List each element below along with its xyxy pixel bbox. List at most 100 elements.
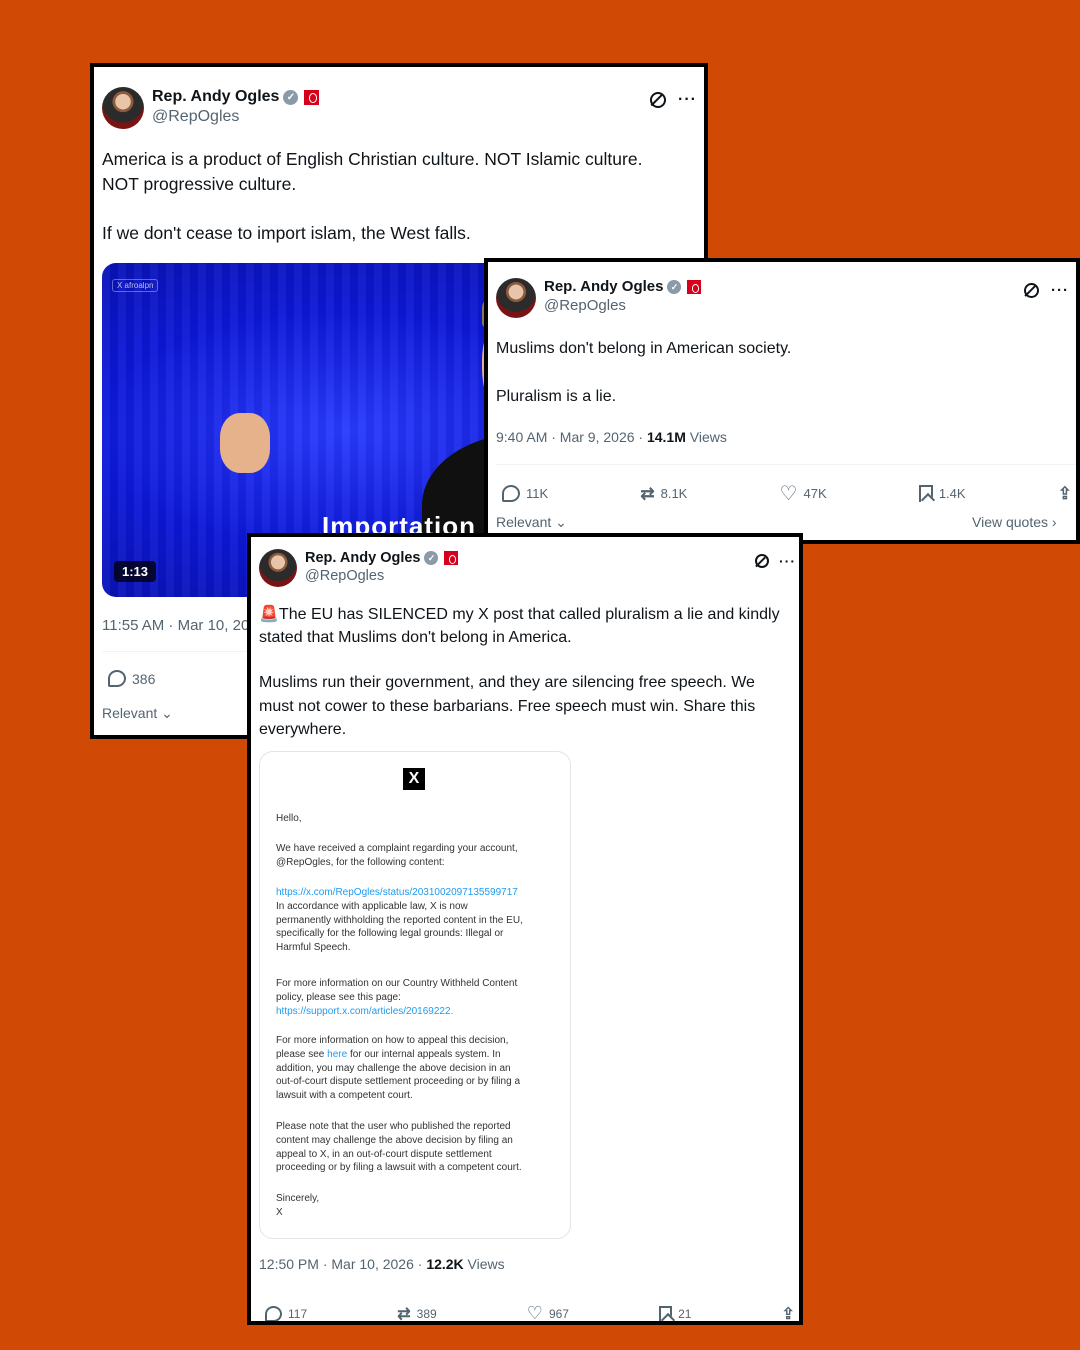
bookmark-button[interactable]: 1.4K: [918, 485, 966, 502]
tweet-actions: 386: [108, 670, 155, 687]
reply-button[interactable]: 386: [108, 670, 155, 687]
email-greeting: Hello,: [276, 813, 302, 824]
email-line: please see here for our internal appeals…: [276, 1048, 556, 1062]
flag-badge-icon: [444, 551, 459, 566]
tweet-card-2[interactable]: Rep. Andy Ogles ✓ @RepOgles ··· Muslims …: [484, 258, 1080, 544]
tweet-header: Rep. Andy Ogles ✓ @RepOgles: [259, 549, 459, 587]
email-line: Harmful Speech.: [276, 942, 351, 954]
author-handle[interactable]: @RepOgles: [305, 567, 458, 585]
email-line: @RepOgles, for the following content:: [276, 856, 445, 868]
email-line: For more information on how to appeal th…: [276, 1035, 509, 1046]
email-text: for our internal appeals system. In: [347, 1048, 501, 1060]
flag-badge-icon: [687, 280, 702, 295]
repost-count: 389: [416, 1306, 437, 1321]
like-icon: ♡: [526, 1303, 543, 1323]
avatar[interactable]: [102, 87, 144, 129]
email-screenshot[interactable]: X Hello, We have received a complaint re…: [259, 751, 571, 1239]
author-name[interactable]: Rep. Andy Ogles: [152, 87, 279, 107]
tweet-card-3[interactable]: Rep. Andy Ogles ✓ @RepOgles ··· 🚨The EU …: [247, 533, 803, 1325]
share-button[interactable]: ⇪: [782, 1304, 795, 1322]
email-line: permanently withholding the reported con…: [276, 914, 523, 926]
timestamp-text: 9:40 AM · Mar 9, 2026 ·: [496, 429, 647, 445]
avatar[interactable]: [496, 278, 536, 318]
relevant-label: Relevant: [102, 705, 158, 721]
timestamp-text: 12:50 PM · Mar 10, 2026 ·: [259, 1256, 427, 1272]
email-paragraph: For more information on our Country With…: [276, 977, 556, 1018]
reply-icon: [108, 670, 126, 687]
tweet-header: Rep. Andy Ogles ✓ @RepOgles: [496, 278, 702, 318]
repost-button[interactable]: ⇄ 389: [397, 1304, 437, 1322]
tweet-text-line: 🚨The EU has SILENCED my X post that call…: [259, 606, 780, 623]
relevant-sort[interactable]: Relevant ⌄: [102, 705, 173, 722]
like-button[interactable]: ♡ 47K: [780, 481, 827, 506]
author-name[interactable]: Rep. Andy Ogles: [544, 278, 663, 297]
x-logo-icon: X: [403, 768, 425, 790]
reply-button[interactable]: 11K: [502, 485, 548, 502]
email-line: lawsuit with a competent court.: [276, 1090, 413, 1102]
email-line: addition, you may challenge the above de…: [276, 1062, 511, 1074]
tweet-actions: 117 ⇄ 389 ♡ 967 21 ⇪: [265, 1303, 795, 1323]
like-button[interactable]: ♡ 967: [526, 1303, 569, 1323]
author-handle[interactable]: @RepOgles: [544, 297, 701, 316]
flag-badge-icon: [304, 89, 320, 105]
more-icon[interactable]: ···: [1051, 282, 1069, 299]
email-line: out-of-court dispute settlement proceedi…: [276, 1076, 521, 1088]
email-link[interactable]: https://x.com/RepOgles/status/2031002097…: [276, 886, 556, 900]
grok-icon[interactable]: [755, 554, 769, 568]
reply-icon: [265, 1305, 282, 1321]
email-text: please see: [276, 1048, 328, 1060]
relevant-label: Relevant: [496, 514, 552, 530]
email-paragraph: For more information on how to appeal th…: [276, 1034, 556, 1103]
tweet-text-line: If we don't cease to import islam, the W…: [102, 223, 471, 243]
tweet-text-line: everywhere.: [259, 720, 347, 738]
author-name[interactable]: Rep. Andy Ogles: [305, 549, 420, 567]
relevant-sort[interactable]: Relevant ⌄: [496, 514, 567, 531]
email-line: content may challenge the above decision…: [276, 1134, 513, 1146]
tweet-header: Rep. Andy Ogles ✓ @RepOgles: [102, 87, 320, 129]
tweet-text-line: NOT progressive culture.: [102, 173, 297, 194]
repost-icon: ⇄: [640, 483, 655, 503]
tweet-text-line: Muslims don't belong in American society…: [496, 340, 792, 357]
video-watermark: X afroalpn: [112, 279, 159, 292]
email-line: specifically for the following legal gro…: [276, 928, 504, 940]
grok-icon[interactable]: [1024, 283, 1039, 298]
bookmark-icon: [659, 1305, 673, 1321]
share-button[interactable]: ⇪: [1058, 484, 1072, 504]
like-icon: ♡: [779, 483, 798, 505]
views-label: Views: [685, 429, 727, 445]
repost-button[interactable]: ⇄ 8.1K: [640, 484, 687, 504]
chevron-down-icon: ⌄: [551, 514, 567, 530]
email-link[interactable]: here: [327, 1049, 347, 1060]
email-link[interactable]: https://support.x.com/articles/20169222.: [276, 1005, 556, 1019]
email-line: X: [276, 1206, 283, 1218]
bookmark-count: 21: [678, 1306, 692, 1321]
email-paragraph: We have received a complaint regarding y…: [276, 842, 556, 870]
views-count: 12.2K: [426, 1256, 464, 1272]
tweet-text-line: America is a product of English Christia…: [102, 149, 643, 169]
like-count: 967: [548, 1306, 569, 1321]
reply-button[interactable]: 117: [265, 1305, 307, 1321]
more-icon[interactable]: ···: [779, 553, 796, 569]
email-line: appeal to X, in an out-of-court dispute …: [276, 1148, 492, 1160]
share-icon: ⇪: [1057, 483, 1072, 503]
speaker-hand: [220, 413, 270, 473]
email-line: For more information on our Country With…: [276, 978, 518, 989]
tweet-timestamp[interactable]: 11:55 AM · Mar 10, 20: [102, 617, 249, 634]
tweet-timestamp[interactable]: 12:50 PM · Mar 10, 2026 · 12.2K Views: [259, 1256, 505, 1272]
email-line: Please note that the user who published …: [276, 1121, 511, 1132]
tweet-text-line: Pluralism is a lie.: [496, 388, 617, 406]
chevron-down-icon: ⌄: [157, 705, 173, 721]
tweet-text: 🚨The EU has SILENCED my X post that call…: [259, 603, 780, 741]
email-line: Sincerely,: [276, 1193, 320, 1204]
grok-icon[interactable]: [650, 92, 666, 108]
view-quotes-link[interactable]: View quotes ›: [972, 514, 1057, 530]
bookmark-icon: [918, 485, 933, 502]
avatar[interactable]: [259, 549, 297, 587]
email-line: We have received a complaint regarding y…: [276, 843, 518, 854]
more-icon[interactable]: ···: [678, 91, 697, 109]
bookmark-button[interactable]: 21: [659, 1305, 692, 1321]
author-handle[interactable]: @RepOgles: [152, 107, 319, 127]
tweet-timestamp[interactable]: 9:40 AM · Mar 9, 2026 · 14.1M Views: [496, 429, 727, 445]
email-line: policy, please see this page:: [276, 991, 401, 1003]
tweet-text: Muslims don't belong in American society…: [496, 338, 791, 409]
